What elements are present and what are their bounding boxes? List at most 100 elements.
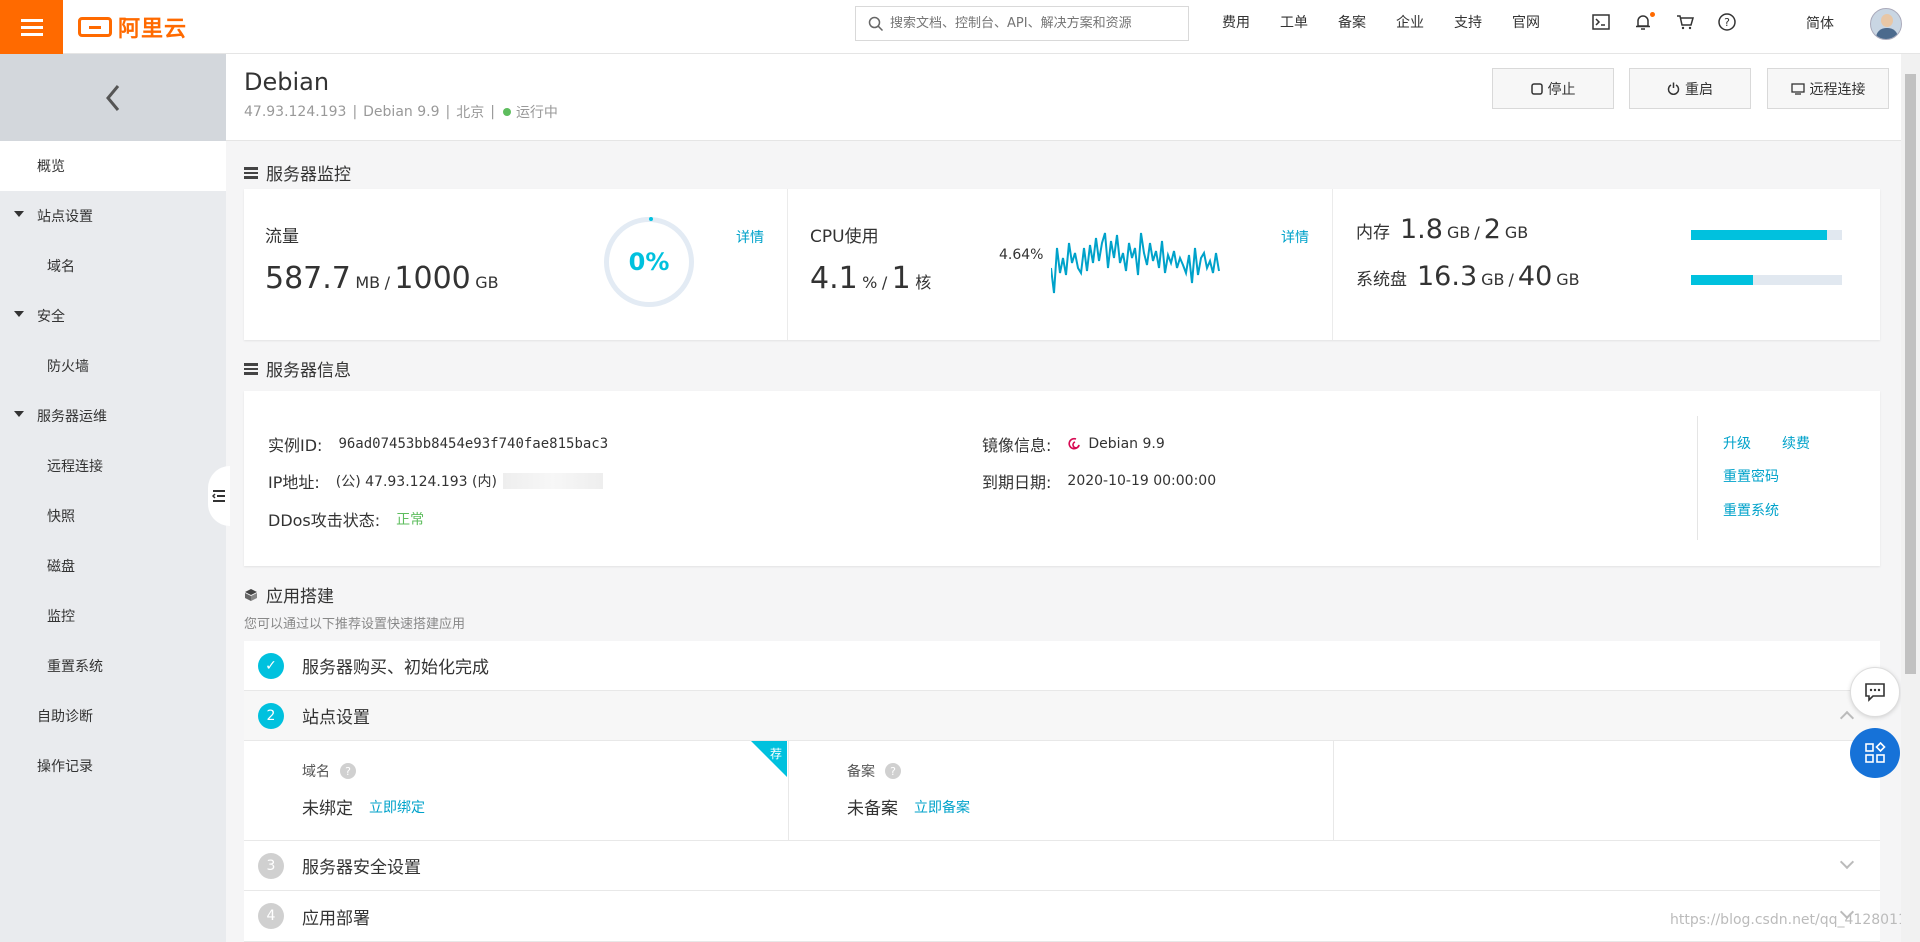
terminal-icon[interactable] bbox=[1590, 11, 1612, 33]
chat-icon bbox=[1865, 683, 1885, 702]
cpu-peak-label: 4.64% bbox=[999, 247, 1044, 263]
sidebar-item-site-settings[interactable]: 站点设置 bbox=[0, 191, 226, 241]
sidebar-item-self-diagnosis[interactable]: 自助诊断 bbox=[0, 691, 226, 741]
cpu-label: CPU使用 bbox=[810, 227, 879, 247]
apps-grid-icon bbox=[1865, 742, 1886, 763]
sidebar-item-remote-connect[interactable]: 远程连接 bbox=[0, 441, 226, 491]
domain-status-row: 未绑定 立即绑定 bbox=[302, 794, 425, 819]
feedback-button[interactable] bbox=[1850, 667, 1900, 717]
disk-bar bbox=[1691, 275, 1842, 285]
help-icon[interactable]: ? bbox=[1716, 11, 1738, 33]
memory-bar-fill bbox=[1691, 230, 1827, 240]
page-title: Debian bbox=[244, 68, 330, 96]
start-icp-link[interactable]: 立即备案 bbox=[914, 797, 970, 817]
language-switch[interactable]: 简体 bbox=[1806, 13, 1834, 33]
nav-support[interactable]: 支持 bbox=[1454, 12, 1482, 32]
sidebar-item-monitor[interactable]: 监控 bbox=[0, 591, 226, 641]
monitor-section-title: 服务器监控 bbox=[244, 160, 351, 185]
sidebar-item-firewall[interactable]: 防火墙 bbox=[0, 341, 226, 391]
sidebar-item-snapshot[interactable]: 快照 bbox=[0, 491, 226, 541]
chevron-up-icon[interactable] bbox=[1839, 710, 1855, 726]
image-value: Debian 9.9 bbox=[1088, 436, 1165, 452]
server-icon bbox=[244, 166, 258, 179]
cube-icon bbox=[245, 588, 257, 601]
reset-password-link[interactable]: 重置密码 bbox=[1723, 466, 1779, 486]
nav-icp[interactable]: 备案 bbox=[1338, 12, 1366, 32]
restart-button[interactable]: 重启 bbox=[1629, 68, 1751, 109]
domain-status: 未绑定 bbox=[302, 799, 353, 819]
scrollbar-thumb[interactable] bbox=[1905, 74, 1916, 674]
stop-button[interactable]: 停止 bbox=[1492, 68, 1614, 109]
sidebar-collapse-toggle[interactable] bbox=[208, 466, 230, 526]
caret-down-icon bbox=[14, 311, 24, 317]
debian-logo-icon bbox=[1068, 437, 1081, 450]
user-avatar[interactable] bbox=[1870, 8, 1902, 40]
aliyun-logo[interactable]: 阿里云 bbox=[78, 10, 187, 44]
memory-bar bbox=[1691, 230, 1842, 240]
sidebar-item-domain[interactable]: 域名 bbox=[0, 241, 226, 291]
step-2-row[interactable]: 2 站点设置 bbox=[244, 691, 1880, 741]
ip-value: (公) 47.93.124.193 (内) bbox=[335, 474, 497, 490]
disk-row: 系统盘 16.3 GB / 40 GB bbox=[1356, 261, 1580, 292]
bell-icon[interactable] bbox=[1632, 11, 1655, 33]
nav-enterprise[interactable]: 企业 bbox=[1396, 12, 1424, 32]
step-1-row[interactable]: ✓ 服务器购买、初始化完成 bbox=[244, 641, 1880, 691]
back-button[interactable] bbox=[0, 54, 226, 141]
instance-id-value: 96ad07453bb8454e93f740fae815bac3 bbox=[338, 436, 609, 452]
reset-system-link[interactable]: 重置系统 bbox=[1723, 500, 1779, 520]
sidebar-item-disk[interactable]: 磁盘 bbox=[0, 541, 226, 591]
help-icon[interactable]: ? bbox=[340, 763, 356, 779]
sidebar-item-security[interactable]: 安全 bbox=[0, 291, 226, 341]
step-3-badge: 3 bbox=[258, 852, 284, 879]
instance-os: Debian 9.9 bbox=[363, 104, 440, 120]
expire-value: 2020-10-19 00:00:00 bbox=[1067, 473, 1217, 489]
cart-icon[interactable] bbox=[1674, 11, 1696, 33]
top-bar: 阿里云 费用 工单 备案 企业 支持 官网 ? 简体 bbox=[0, 0, 1920, 54]
help-icon[interactable]: ? bbox=[885, 763, 901, 779]
chevron-left-icon bbox=[106, 84, 120, 111]
bind-domain-link[interactable]: 立即绑定 bbox=[369, 797, 425, 817]
ip-row: IP地址: (公) 47.93.124.193 (内) bbox=[268, 469, 603, 493]
cpu-panel: CPU使用 4.1 % / 1 核 4.64% 详情 bbox=[789, 189, 1333, 340]
sidebar-item-operation-log[interactable]: 操作记录 bbox=[0, 741, 226, 791]
traffic-gauge: 0% bbox=[604, 217, 694, 307]
info-divider bbox=[1697, 416, 1698, 540]
step-3-row[interactable]: 3 服务器安全设置 bbox=[244, 841, 1880, 891]
status-dot bbox=[502, 108, 511, 116]
sidebar-item-overview[interactable]: 概览 bbox=[0, 141, 226, 191]
traffic-detail-link[interactable]: 详情 bbox=[736, 227, 764, 247]
upgrade-link[interactable]: 升级 bbox=[1723, 433, 1751, 453]
resource-panel: 内存 1.8 GB / 2 GB 系统盘 16.3 GB / 40 GB bbox=[1334, 189, 1880, 340]
instance-meta: 47.93.124.193 | Debian 9.9 | 北京 | 运行中 bbox=[244, 104, 558, 121]
app-subtitle: 您可以通过以下推荐设置快速搭建应用 bbox=[244, 617, 466, 632]
instance-header: Debian 47.93.124.193 | Debian 9.9 | 北京 |… bbox=[226, 54, 1901, 141]
collapse-menu-icon bbox=[212, 490, 225, 502]
renew-link[interactable]: 续费 bbox=[1782, 433, 1810, 453]
sidebar-item-server-ops[interactable]: 服务器运维 bbox=[0, 391, 226, 441]
search-input[interactable] bbox=[890, 16, 1170, 31]
step-1-label: 服务器购买、初始化完成 bbox=[302, 658, 489, 678]
nav-tickets[interactable]: 工单 bbox=[1280, 12, 1308, 32]
traffic-panel: 流量 587.7 MB / 1000 GB 0% 详情 bbox=[244, 189, 788, 340]
instance-ip: 47.93.124.193 bbox=[244, 104, 347, 120]
nav-official-site[interactable]: 官网 bbox=[1512, 12, 1540, 32]
monitor-icon bbox=[1790, 82, 1805, 95]
recommend-badge-text: 荐 bbox=[770, 747, 783, 761]
nav-fees[interactable]: 费用 bbox=[1222, 12, 1250, 32]
info-section-title: 服务器信息 bbox=[244, 356, 351, 381]
step-2-body: 荐 域名 ? 未绑定 立即绑定 备案 ? 未备案 立即备案 bbox=[244, 741, 1880, 841]
search-box[interactable] bbox=[855, 6, 1189, 41]
step-4-badge: 4 bbox=[258, 903, 284, 929]
remote-connect-button[interactable]: 远程连接 bbox=[1767, 68, 1889, 109]
icp-label-row: 备案 ? bbox=[847, 761, 901, 781]
menu-icon[interactable] bbox=[0, 0, 63, 54]
sidebar-item-reset-system[interactable]: 重置系统 bbox=[0, 641, 226, 691]
app-launcher-button[interactable] bbox=[1850, 728, 1900, 778]
chevron-down-icon[interactable] bbox=[1839, 854, 1855, 870]
memory-row: 内存 1.8 GB / 2 GB bbox=[1356, 214, 1529, 245]
step-4-row[interactable]: 4 应用部署 bbox=[244, 891, 1880, 942]
cpu-detail-link[interactable]: 详情 bbox=[1281, 227, 1309, 247]
vertical-scrollbar[interactable] bbox=[1901, 54, 1920, 942]
notification-dot bbox=[1650, 12, 1655, 17]
icp-status-row: 未备案 立即备案 bbox=[847, 794, 970, 819]
